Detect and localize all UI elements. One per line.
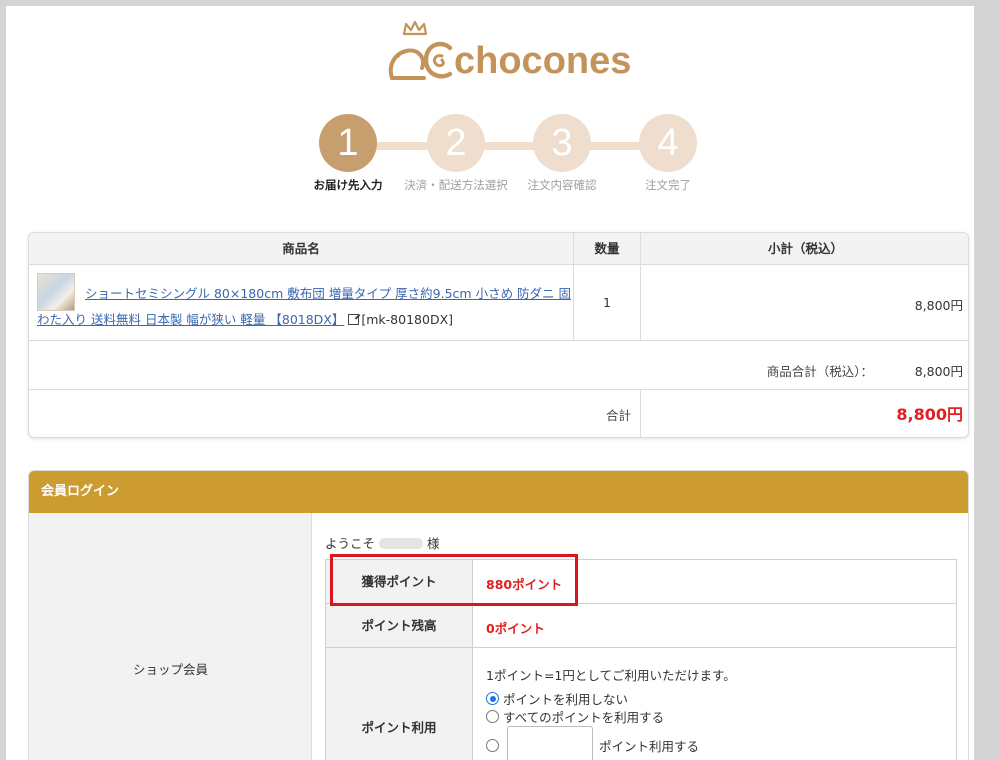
- radio-use-custom[interactable]: [486, 738, 499, 752]
- step-3-label: 注文内容確認: [527, 178, 597, 192]
- points-use-note: 1ポイント=1円としてご利用いただけます。: [486, 668, 736, 683]
- login-side-column: ショップ会員: [29, 513, 312, 760]
- checkout-steps: 1 お届け先入力 2 決済・配送方法選択 3 注文内容確認 4 注文完了: [290, 114, 710, 206]
- col-header-product: 商品名: [282, 241, 320, 256]
- product-link[interactable]: ショートセミシングル 80×180cm 敷布団 増量タイプ 厚さ約9.5cm 小…: [37, 286, 571, 327]
- points-balance-value: 0ポイント: [486, 621, 545, 636]
- option-no-use-label: ポイントを利用しない: [503, 692, 629, 707]
- points-balance-label: ポイント残高: [326, 604, 473, 647]
- step-4-number: 4: [639, 114, 697, 172]
- step-1-number: 1: [319, 114, 377, 172]
- step-2-number: 2: [427, 114, 485, 172]
- divider: [29, 340, 968, 341]
- product-sku: [mk-80180DX]: [361, 312, 454, 327]
- earned-points-highlight: [330, 554, 578, 606]
- checkout-page: chocones 1 お届け先入力 2 決済・配送方法選択 3 注文内容確認 4…: [6, 6, 974, 760]
- welcome-prefix: ようこそ: [325, 536, 376, 551]
- option-use-all[interactable]: すべてのポイントを利用する: [486, 707, 664, 726]
- divider: [573, 233, 574, 340]
- member-login-title: 会員ログイン: [29, 471, 968, 513]
- divider: [640, 233, 641, 340]
- goods-total-label: 商品合計（税込）：: [766, 364, 873, 379]
- divider: [640, 389, 641, 437]
- product-subtotal: 8,800円: [914, 298, 963, 313]
- product-row: ショートセミシングル 80×180cm 敷布団 増量タイプ 厚さ約9.5cm 小…: [37, 281, 572, 333]
- member-login-section: 会員ログイン ショップ会員 ようこそ様 獲得ポイント 880ポイント ポイント残…: [28, 470, 969, 760]
- logo-text: chocones: [454, 40, 632, 82]
- option-use-all-label: すべてのポイントを利用する: [503, 710, 665, 725]
- product-quantity: 1: [603, 295, 611, 310]
- radio-no-use[interactable]: [486, 692, 499, 705]
- external-link-icon[interactable]: [348, 314, 360, 325]
- goods-total-value: 8,800円: [914, 364, 963, 379]
- option-use-custom-label: ポイント利用する: [599, 738, 700, 754]
- logo[interactable]: chocones: [384, 18, 631, 88]
- col-header-subtotal: 小計（税込）: [767, 241, 843, 256]
- step-1-label: お届け先入力: [313, 178, 383, 192]
- step-4: 4 注文完了: [608, 114, 728, 193]
- total-value: 8,800円: [896, 405, 963, 424]
- points-use-label: ポイント利用: [326, 648, 473, 760]
- option-use-custom[interactable]: ポイント利用する: [486, 726, 699, 760]
- step-3-number: 3: [533, 114, 591, 172]
- welcome-message: ようこそ 様: [325, 533, 440, 552]
- step-2: 2 決済・配送方法選択: [396, 114, 516, 193]
- step-2-label: 決済・配送方法選択: [404, 178, 508, 192]
- cart-table-header: 商品名 数量 小計（税込）: [29, 233, 968, 265]
- welcome-suffix: 様: [427, 536, 440, 551]
- step-4-label: 注文完了: [645, 178, 691, 192]
- col-header-quantity: 数量: [594, 241, 620, 256]
- shop-member-label: ショップ会員: [132, 662, 208, 677]
- option-no-use[interactable]: ポイントを利用しない: [486, 689, 628, 708]
- custom-points-input[interactable]: [507, 726, 593, 760]
- cart-table: 商品名 数量 小計（税込） ショートセミシングル 80×180cm 敷布団 増量…: [28, 232, 969, 438]
- radio-use-all[interactable]: [486, 710, 499, 723]
- divider: [29, 389, 968, 390]
- total-label: 合計: [605, 408, 631, 423]
- step-1: 1 お届け先入力: [288, 114, 408, 193]
- member-name-redacted: [379, 538, 424, 549]
- step-3: 3 注文内容確認: [502, 114, 622, 193]
